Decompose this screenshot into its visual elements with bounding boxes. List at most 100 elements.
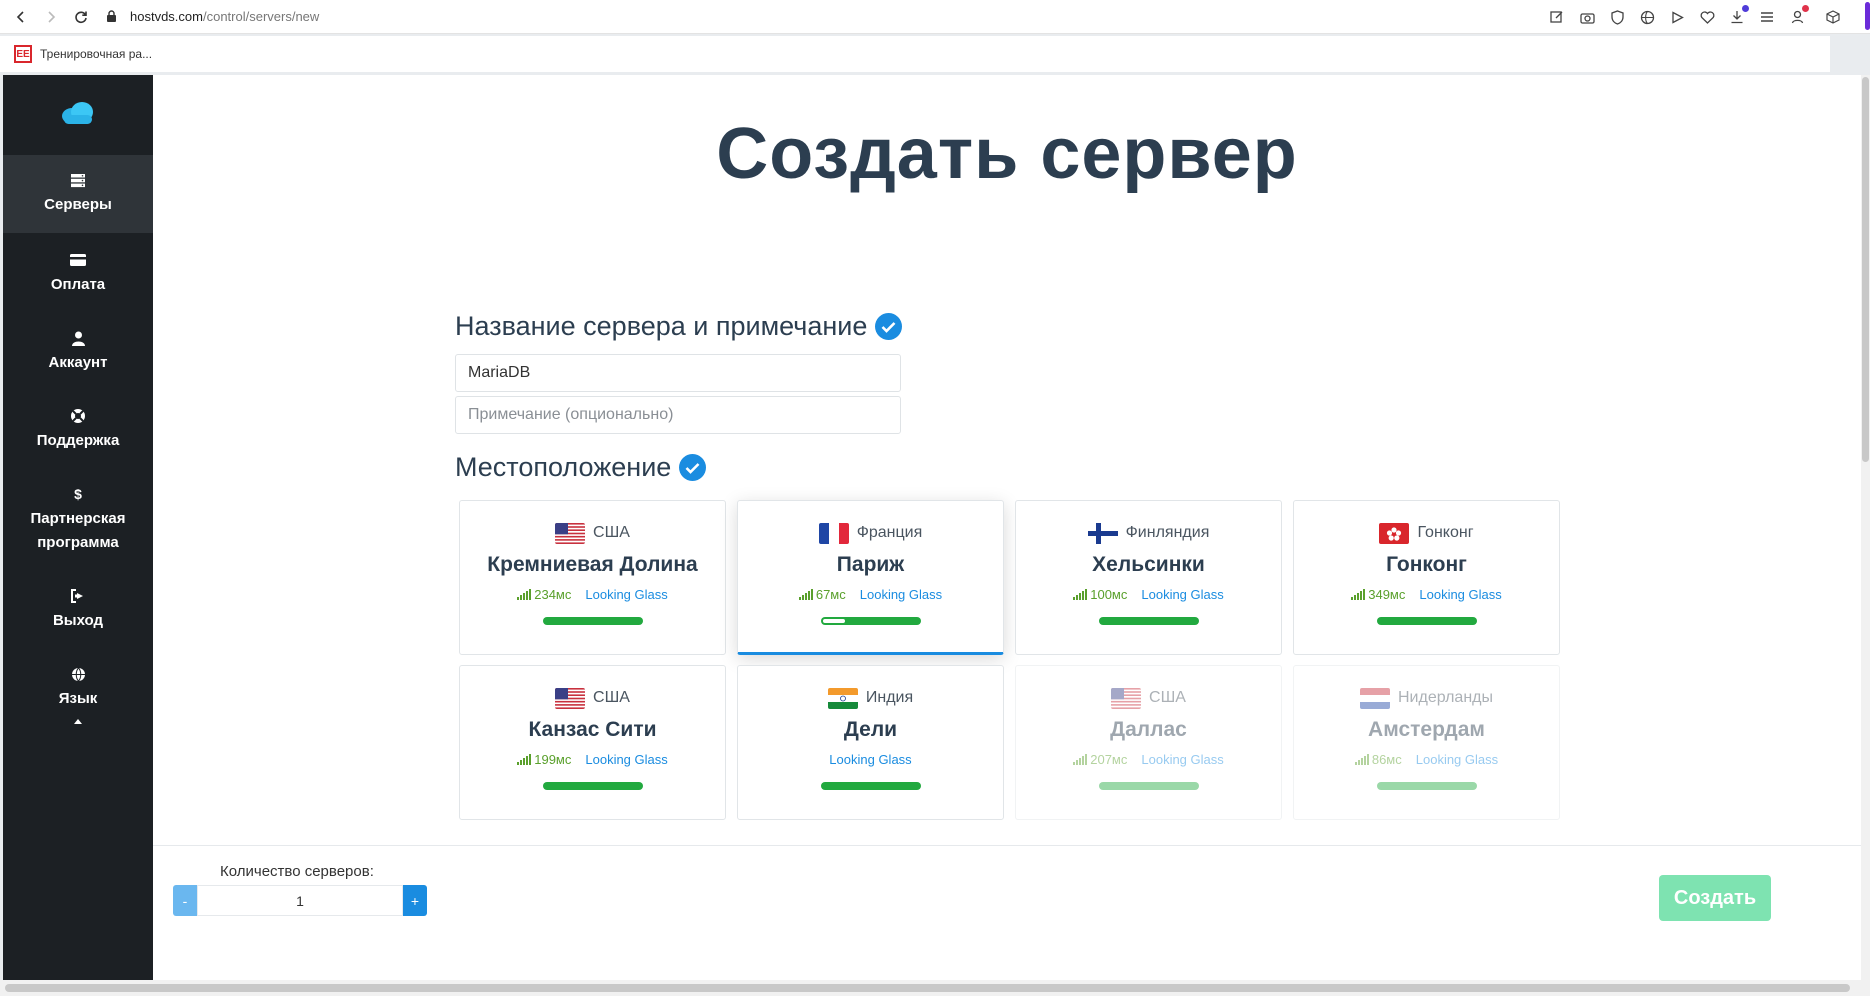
quantity-input[interactable] (197, 885, 403, 916)
sidebar-item-support[interactable]: Поддержка (3, 407, 153, 453)
city-name: Дели (843, 718, 898, 741)
credit-card-icon (69, 251, 87, 269)
looking-glass-link[interactable]: Looking Glass (1141, 752, 1223, 767)
location-card-silicon-valley[interactable]: США Кремниевая Долина 234мс Looking Glas… (459, 500, 726, 655)
city-name: Даллас (1110, 718, 1187, 741)
menu-icon[interactable] (1758, 8, 1776, 26)
url-host: hostvds.com (130, 9, 203, 24)
country-name: Франция (856, 524, 923, 541)
looking-glass-link[interactable]: Looking Glass (860, 587, 942, 602)
looking-glass-link[interactable]: Looking Glass (1141, 587, 1223, 602)
availability-bar (1376, 617, 1477, 625)
location-card-helsinki[interactable]: Финляндия Хельсинки 100мс Looking Glass (1015, 500, 1282, 655)
availability-bar (1098, 617, 1199, 625)
country-name: Нидерланды (1398, 689, 1493, 706)
sidebar-item-partner[interactable]: $ Партнерская программа (3, 485, 153, 555)
sidebar-item-account[interactable]: Аккаунт (3, 329, 153, 375)
forward-icon[interactable] (36, 2, 66, 32)
country-name: США (1149, 689, 1186, 706)
sidebar-item-label: Выход (52, 612, 104, 629)
caret-up-icon (74, 711, 82, 729)
vertical-scrollbar[interactable] (1861, 75, 1870, 980)
heart-icon[interactable] (1698, 8, 1716, 26)
ping-latency: 199мс (517, 752, 571, 767)
ping-latency: 207мс (1073, 752, 1127, 767)
location-card-hong-kong[interactable]: Гонконг Гонконг 349мс Looking Glass (1293, 500, 1560, 655)
logo-cloud-icon[interactable] (3, 101, 153, 125)
sidebar-item-payment[interactable]: Оплата (3, 251, 153, 297)
country-name: США (593, 524, 630, 541)
address-bar[interactable]: hostvds.com/control/servers/new (106, 3, 319, 31)
horizontal-scroll-thumb[interactable] (5, 984, 1850, 992)
signal-bars-icon (1351, 588, 1366, 600)
camera-icon[interactable] (1578, 8, 1596, 26)
quantity-stepper: - + (173, 885, 427, 916)
location-section-heading: Местоположение (455, 452, 707, 483)
city-name: Париж (836, 553, 905, 576)
page-viewport: Серверы Оплата Аккаунт Поддержка $ Партн… (3, 75, 1861, 980)
signal-bars-icon (1354, 753, 1369, 765)
bookmark-item[interactable]: Тренировочная ра... (40, 47, 152, 61)
back-icon[interactable] (6, 2, 36, 32)
location-card-dallas[interactable]: США Даллас 207мс Looking Glass (1015, 665, 1282, 820)
browser-toolbar: hostvds.com/control/servers/new (0, 0, 1870, 34)
location-card-delhi[interactable]: Индия Дели Looking Glass (737, 665, 1004, 820)
ping-value: 100мс (1090, 586, 1128, 602)
vertical-scroll-thumb[interactable] (1862, 77, 1869, 462)
horizontal-scrollbar[interactable] (0, 980, 1870, 996)
country-name: Финляндия (1125, 524, 1210, 541)
sidebar-item-logout[interactable]: Выход (3, 587, 153, 633)
sidebar: Серверы Оплата Аккаунт Поддержка $ Партн… (3, 75, 153, 980)
looking-glass-link[interactable]: Looking Glass (1416, 752, 1498, 767)
play-icon[interactable] (1668, 8, 1686, 26)
quantity-label: Количество серверов: (220, 863, 374, 880)
flag-nl-icon (1360, 687, 1390, 709)
location-card-kansas-city[interactable]: США Канзас Сити 199мс Looking Glass (459, 665, 726, 820)
sidebar-item-label: Язык (58, 690, 98, 707)
country-name: Гонконг (1417, 524, 1474, 541)
ping-latency: 234мс (517, 587, 571, 602)
sidebar-item-label: Серверы (44, 196, 112, 213)
looking-glass-link[interactable]: Looking Glass (829, 752, 911, 767)
ping-value: 234мс (534, 586, 572, 602)
check-circle-icon (679, 454, 707, 481)
flag-us-icon (555, 522, 586, 544)
profile-icon[interactable] (1788, 5, 1809, 26)
looking-glass-link[interactable]: Looking Glass (585, 752, 667, 767)
looking-glass-link[interactable]: Looking Glass (585, 587, 667, 602)
reload-icon[interactable] (66, 2, 96, 32)
decrement-button[interactable]: - (173, 885, 197, 916)
url-text: hostvds.com/control/servers/new (130, 9, 319, 24)
shield-icon[interactable] (1608, 8, 1626, 26)
edit-icon[interactable] (1548, 8, 1566, 26)
sidebar-item-language[interactable]: Язык (3, 665, 153, 729)
signal-bars-icon (798, 588, 813, 600)
create-button[interactable]: Создать (1659, 875, 1771, 921)
user-icon (69, 329, 87, 347)
availability-bar (1376, 782, 1477, 790)
looking-glass-link[interactable]: Looking Glass (1419, 587, 1501, 602)
flag-fi-icon (1087, 522, 1118, 544)
ping-latency: 100мс (1073, 587, 1127, 602)
increment-button[interactable]: + (403, 885, 427, 916)
download-icon[interactable] (1728, 5, 1749, 26)
extension-icon[interactable] (1824, 8, 1842, 26)
country-name: Индия (865, 689, 914, 706)
signal-bars-icon (517, 753, 532, 765)
note-input[interactable] (455, 396, 901, 434)
flag-in-icon (827, 687, 858, 709)
bookmarks-bar: EE Тренировочная ра... (0, 36, 1830, 72)
globe-icon (69, 665, 87, 683)
location-card-paris[interactable]: Франция Париж 67мс Looking Glass (737, 500, 1004, 655)
bookmark-favicon-icon: EE (14, 45, 32, 63)
vpn-icon[interactable] (1638, 8, 1656, 26)
ping-value: 349мс (1368, 586, 1406, 602)
server-name-input[interactable] (455, 354, 901, 392)
location-card-amsterdam[interactable]: Нидерланды Амстердам 86мс Looking Glass (1293, 665, 1560, 820)
availability-bar (1098, 782, 1199, 790)
city-name: Канзас Сити (528, 718, 657, 741)
sidebar-item-servers[interactable]: Серверы (3, 155, 153, 233)
flag-us-icon (555, 687, 586, 709)
sidebar-toggle-accent (1865, 2, 1870, 30)
name-section-heading: Название сервера и примечание (455, 311, 903, 342)
